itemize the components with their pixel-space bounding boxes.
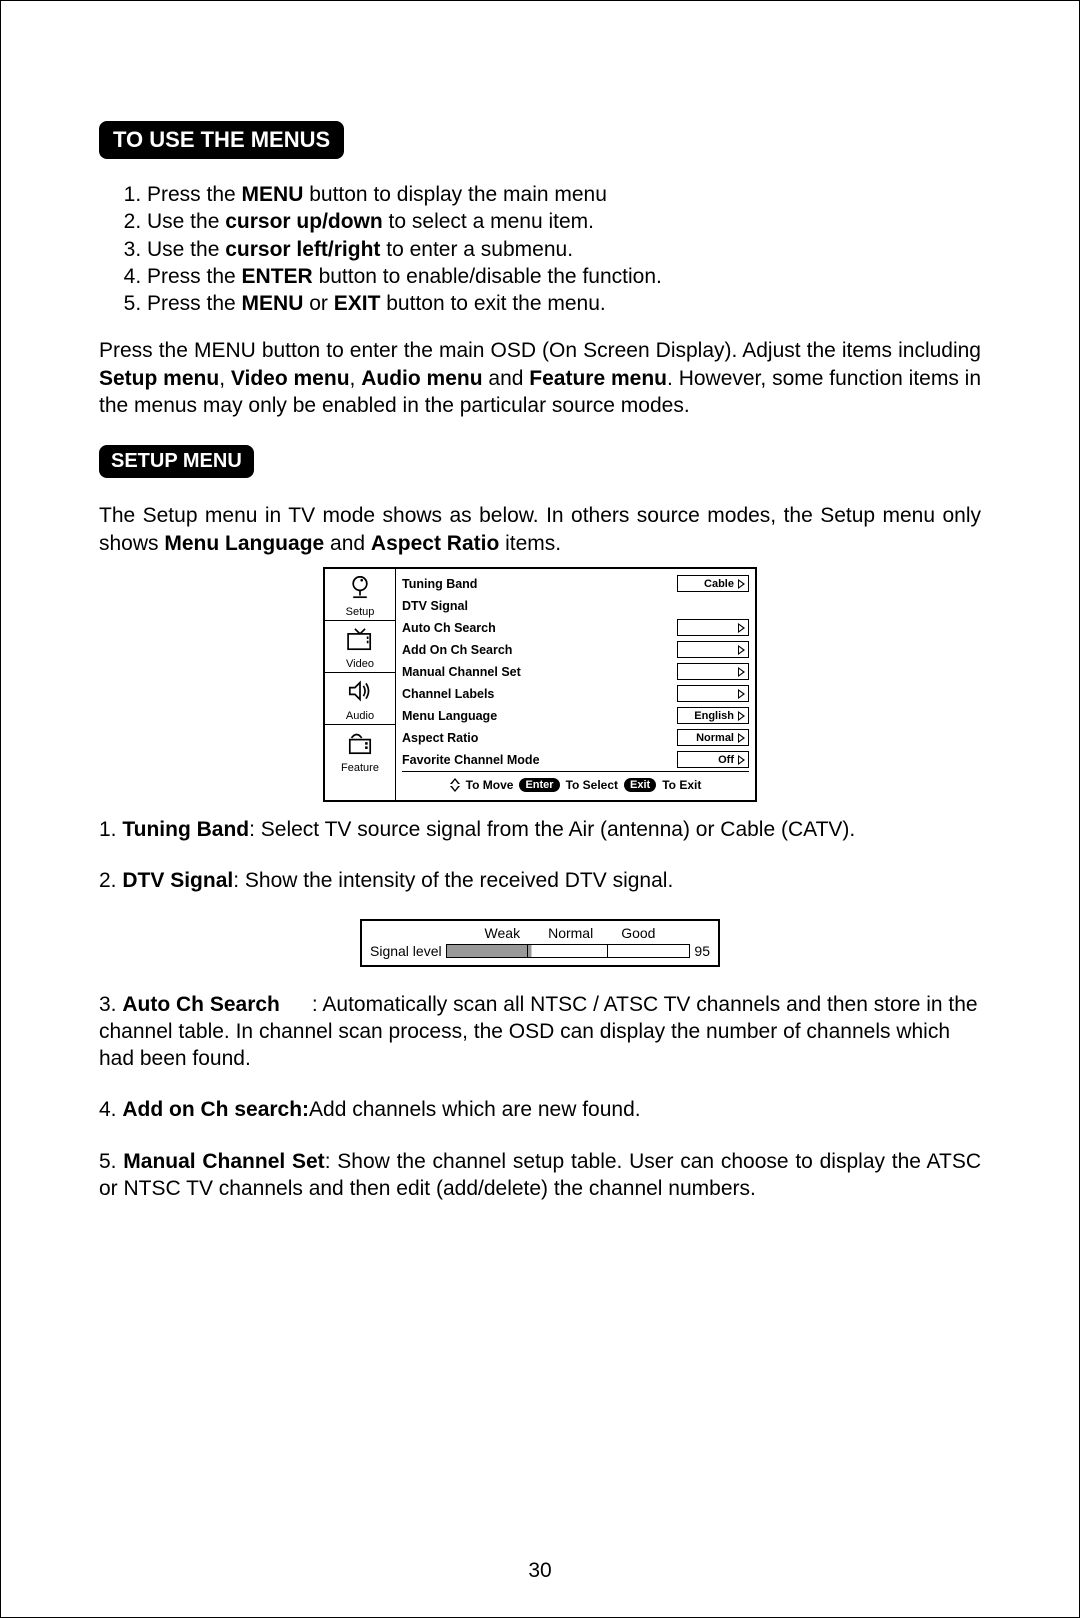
desc-add-on-ch-search: 4. Add on Ch search:Add channels which a… bbox=[99, 1096, 981, 1123]
signal-label-good: Good bbox=[621, 925, 655, 941]
chevron-right-icon bbox=[738, 711, 745, 721]
osd-row-dtv-signal: DTV Signal bbox=[402, 595, 749, 617]
feature-icon bbox=[343, 729, 377, 757]
step-1: Press the MENU button to display the mai… bbox=[147, 181, 981, 208]
signal-caption: Signal level bbox=[370, 943, 442, 959]
chevron-right-icon bbox=[738, 755, 745, 765]
osd-row-menu-language: Menu LanguageEnglish bbox=[402, 705, 749, 727]
signal-value: 95 bbox=[694, 943, 710, 959]
step-5: Press the MENU or EXIT button to exit th… bbox=[147, 290, 981, 317]
heading-to-use-menus: TO USE THE MENUS bbox=[99, 121, 344, 159]
page-number: 30 bbox=[1, 1559, 1079, 1583]
step-3: Use the cursor left/right to enter a sub… bbox=[147, 236, 981, 263]
up-down-icon bbox=[450, 778, 460, 792]
osd-tab-setup: Setup bbox=[325, 569, 395, 621]
desc-tuning-band: 1. Tuning Band: Select TV source signal … bbox=[99, 816, 981, 843]
desc-auto-ch-search: 3. Auto Ch Search: Automatically scan al… bbox=[99, 991, 981, 1073]
speaker-icon bbox=[343, 677, 377, 705]
satellite-icon bbox=[343, 573, 377, 601]
chevron-right-icon bbox=[738, 645, 745, 655]
desc-manual-channel-set: 5. Manual Channel Set: Show the channel … bbox=[99, 1148, 981, 1203]
osd-tab-feature: Feature bbox=[325, 725, 395, 776]
osd-row-favorite-channel-mode: Favorite Channel ModeOff bbox=[402, 749, 749, 771]
chevron-right-icon bbox=[738, 623, 745, 633]
chevron-right-icon bbox=[738, 579, 745, 589]
desc-dtv-signal: 2. DTV Signal: Show the intensity of the… bbox=[99, 867, 981, 894]
page: TO USE THE MENUS Press the MENU button t… bbox=[0, 0, 1080, 1618]
chevron-right-icon bbox=[738, 733, 745, 743]
signal-bar bbox=[446, 944, 691, 958]
step-4: Press the ENTER button to enable/disable… bbox=[147, 263, 981, 290]
signal-label-weak: Weak bbox=[485, 925, 521, 941]
osd-tabs: Setup Video Audio Feature bbox=[325, 569, 396, 800]
osd-tab-video: Video bbox=[325, 621, 395, 673]
heading-setup-menu: SETUP MENU bbox=[99, 445, 254, 478]
signal-label-normal: Normal bbox=[548, 925, 593, 941]
step-2: Use the cursor up/down to select a menu … bbox=[147, 208, 981, 235]
signal-level-diagram: Weak Normal Good Signal level 95 bbox=[360, 919, 720, 967]
tv-icon bbox=[343, 625, 377, 653]
chevron-right-icon bbox=[738, 667, 745, 677]
osd-screenshot: Setup Video Audio Feature Tuning BandCab… bbox=[323, 567, 757, 802]
setup-paragraph: The Setup menu in TV mode shows as below… bbox=[99, 502, 981, 557]
osd-rows: Tuning BandCable DTV Signal Auto Ch Sear… bbox=[396, 569, 755, 800]
steps-list: Press the MENU button to display the mai… bbox=[99, 181, 981, 317]
osd-footer: To Move Enter To Select Exit To Exit bbox=[402, 771, 749, 796]
osd-row-aspect-ratio: Aspect RatioNormal bbox=[402, 727, 749, 749]
chevron-right-icon bbox=[738, 689, 745, 699]
osd-row-auto-ch-search: Auto Ch Search bbox=[402, 617, 749, 639]
osd-paragraph: Press the MENU button to enter the main … bbox=[99, 337, 981, 419]
osd-tab-audio: Audio bbox=[325, 673, 395, 725]
enter-button-label: Enter bbox=[519, 778, 559, 792]
osd-row-channel-labels: Channel Labels bbox=[402, 683, 749, 705]
osd-row-manual-channel-set: Manual Channel Set bbox=[402, 661, 749, 683]
osd-row-add-on-ch-search: Add On Ch Search bbox=[402, 639, 749, 661]
exit-button-label: Exit bbox=[624, 778, 656, 792]
osd-row-tuning-band: Tuning BandCable bbox=[402, 573, 749, 595]
